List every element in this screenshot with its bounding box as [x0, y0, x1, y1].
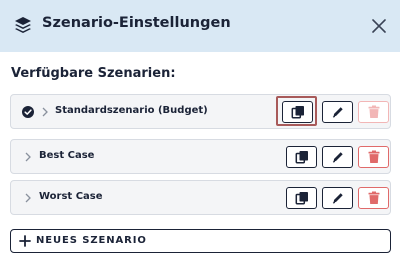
- scenario-row[interactable]: Worst Case: [10, 180, 391, 215]
- copy-button[interactable]: [282, 101, 313, 123]
- delete-button[interactable]: [358, 101, 389, 123]
- section-label: Verfügbare Szenarien:: [11, 66, 176, 81]
- copy-icon: [291, 106, 304, 119]
- layers-icon: [15, 17, 31, 33]
- pencil-icon: [332, 193, 343, 204]
- new-scenario-label: NEUES SZENARIO: [36, 235, 147, 246]
- trash-icon: [368, 150, 379, 163]
- copy-button[interactable]: [286, 146, 317, 168]
- copy-icon: [295, 192, 308, 205]
- delete-button[interactable]: [358, 187, 389, 209]
- edit-button[interactable]: [322, 146, 353, 168]
- plus-icon: [19, 235, 31, 247]
- dialog-title: Szenario-Einstellungen: [42, 15, 231, 31]
- copy-icon: [295, 151, 308, 164]
- scenario-row[interactable]: Standardszenario (Budget): [10, 94, 391, 129]
- chevron-right-icon[interactable]: [24, 152, 32, 162]
- new-scenario-button[interactable]: NEUES SZENARIO: [10, 229, 391, 253]
- dialog-header: Szenario-Einstellungen: [0, 0, 400, 52]
- trash-icon: [368, 191, 379, 204]
- edit-button[interactable]: [322, 101, 353, 123]
- chevron-right-icon[interactable]: [41, 107, 49, 117]
- close-icon[interactable]: [368, 15, 390, 37]
- scenario-name: Worst Case: [39, 191, 103, 202]
- check-circle-icon: [22, 106, 34, 118]
- pencil-icon: [332, 107, 343, 118]
- copy-button[interactable]: [286, 187, 317, 209]
- scenario-name: Standardszenario (Budget): [55, 105, 208, 116]
- pencil-icon: [332, 152, 343, 163]
- chevron-right-icon[interactable]: [24, 193, 32, 203]
- scenario-name: Best Case: [39, 150, 95, 161]
- trash-icon: [368, 105, 379, 118]
- scenario-row[interactable]: Best Case: [10, 139, 391, 174]
- delete-button[interactable]: [358, 146, 389, 168]
- edit-button[interactable]: [322, 187, 353, 209]
